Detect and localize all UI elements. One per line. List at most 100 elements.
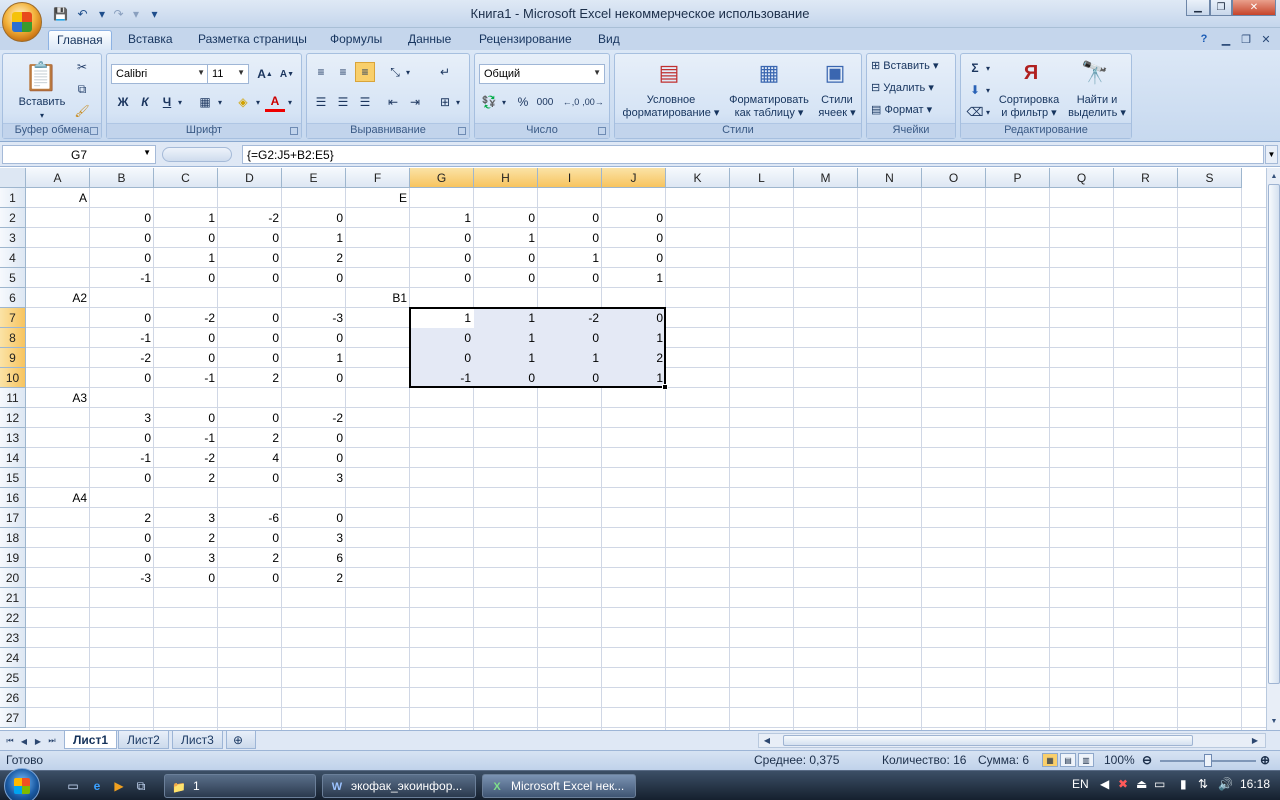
cell-d15[interactable]: 0	[218, 468, 281, 488]
cell-g5[interactable]: 0	[410, 268, 473, 288]
tray-display-icon[interactable]: ▭	[1154, 777, 1165, 791]
formula-input[interactable]: {=G2:J5+B2:E5}	[242, 145, 1264, 164]
fill-color-icon[interactable]: ◈	[233, 92, 253, 112]
percent-button[interactable]: %	[513, 92, 533, 112]
cell-d8[interactable]: 0	[218, 328, 281, 348]
increase-decimal-icon[interactable]: ←,0	[561, 92, 581, 112]
row-header-4[interactable]: 4	[0, 248, 26, 268]
cell-g8[interactable]: 0	[410, 328, 473, 348]
copy-icon[interactable]: ⧉	[73, 80, 91, 98]
sort-filter-icon[interactable]: Я	[1015, 58, 1047, 88]
row-header-17[interactable]: 17	[0, 508, 26, 528]
cell-a11[interactable]: A3	[26, 388, 89, 408]
cell-e5[interactable]: 0	[282, 268, 345, 288]
row-header-20[interactable]: 20	[0, 568, 26, 588]
help-icon[interactable]: ?	[1196, 31, 1212, 47]
row-header-26[interactable]: 26	[0, 688, 26, 708]
dialog-launcher-icon[interactable]	[290, 127, 298, 135]
column-header-f[interactable]: F	[346, 168, 410, 188]
font-color-dropdown-icon[interactable]: ▾	[285, 92, 295, 112]
font-name-combo[interactable]: Calibri ▼	[111, 64, 209, 84]
sheet-tab-3[interactable]: Лист3	[172, 731, 223, 749]
cell-c19[interactable]: 3	[154, 548, 217, 568]
insert-cells-button[interactable]: ⊞ Вставить ▾	[871, 60, 953, 73]
column-header-e[interactable]: E	[282, 168, 346, 188]
cell-h9[interactable]: 1	[474, 348, 537, 368]
cell-h5[interactable]: 0	[474, 268, 537, 288]
delete-cells-button[interactable]: ⊟ Удалить ▾	[871, 82, 953, 95]
find-select-icon[interactable]: 🔭	[1079, 58, 1111, 88]
cell-e3[interactable]: 1	[282, 228, 345, 248]
cell-j8[interactable]: 1	[602, 328, 665, 348]
show-desktop-icon[interactable]: ▭	[64, 777, 82, 795]
format-as-table-icon[interactable]: ▦	[753, 58, 785, 88]
cell-c4[interactable]: 1	[154, 248, 217, 268]
currency-dropdown-icon[interactable]: ▾	[499, 92, 509, 112]
cell-d9[interactable]: 0	[218, 348, 281, 368]
column-header-n[interactable]: N	[858, 168, 922, 188]
switch-windows-icon[interactable]: ⧉	[132, 777, 150, 795]
cell-b8[interactable]: -1	[90, 328, 153, 348]
first-sheet-icon[interactable]: ⏮	[4, 733, 16, 749]
row-header-15[interactable]: 15	[0, 468, 26, 488]
grow-font-icon[interactable]: A ▲	[255, 64, 275, 84]
row-header-12[interactable]: 12	[0, 408, 26, 428]
cell-c9[interactable]: 0	[154, 348, 217, 368]
page-layout-view-icon[interactable]: ▤	[1060, 753, 1076, 767]
underline-button[interactable]: Ч	[157, 92, 177, 112]
cell-d19[interactable]: 2	[218, 548, 281, 568]
restore-button[interactable]: ❐	[1210, 0, 1232, 16]
cell-b20[interactable]: -3	[90, 568, 153, 588]
cell-i2[interactable]: 0	[538, 208, 601, 228]
start-button[interactable]	[4, 768, 40, 800]
cell-c17[interactable]: 3	[154, 508, 217, 528]
page-break-view-icon[interactable]: ▥	[1078, 753, 1094, 767]
row-header-14[interactable]: 14	[0, 448, 26, 468]
office-button[interactable]	[2, 2, 42, 42]
cell-j5[interactable]: 1	[602, 268, 665, 288]
cell-h10[interactable]: 0	[474, 368, 537, 388]
cell-styles-button[interactable]: Стили ячеек ▾	[813, 94, 861, 120]
cell-f1[interactable]: E	[346, 188, 409, 208]
cell-d12[interactable]: 0	[218, 408, 281, 428]
cell-b4[interactable]: 0	[90, 248, 153, 268]
cell-h3[interactable]: 1	[474, 228, 537, 248]
column-header-d[interactable]: D	[218, 168, 282, 188]
column-header-q[interactable]: Q	[1050, 168, 1114, 188]
language-indicator[interactable]: EN	[1072, 777, 1089, 791]
horizontal-scroll-thumb[interactable]	[783, 735, 1193, 746]
cell-c18[interactable]: 2	[154, 528, 217, 548]
decrease-indent-icon[interactable]: ⇤	[383, 92, 403, 112]
cell-b12[interactable]: 3	[90, 408, 153, 428]
cell-e10[interactable]: 0	[282, 368, 345, 388]
column-header-p[interactable]: P	[986, 168, 1050, 188]
wrap-text-icon[interactable]: ↵	[435, 62, 455, 82]
cell-b9[interactable]: -2	[90, 348, 153, 368]
tray-battery-icon[interactable]: ▮	[1180, 777, 1187, 791]
cell-d5[interactable]: 0	[218, 268, 281, 288]
cell-i9[interactable]: 1	[538, 348, 601, 368]
tab-data[interactable]: Данные	[400, 30, 459, 50]
sheet-tab-1[interactable]: Лист1	[64, 731, 118, 749]
zoom-level[interactable]: 100%	[1104, 753, 1135, 767]
cell-e4[interactable]: 2	[282, 248, 345, 268]
cell-e19[interactable]: 6	[282, 548, 345, 568]
row-header-19[interactable]: 19	[0, 548, 26, 568]
cell-d17[interactable]: -6	[218, 508, 281, 528]
horizontal-scrollbar[interactable]: ◀ ▶	[758, 733, 1266, 748]
zoom-slider-thumb[interactable]	[1204, 754, 1212, 767]
column-header-i[interactable]: I	[538, 168, 602, 188]
merge-dropdown-icon[interactable]: ▾	[453, 92, 463, 112]
cell-c15[interactable]: 2	[154, 468, 217, 488]
column-header-b[interactable]: B	[90, 168, 154, 188]
align-right-icon[interactable]: ☰	[355, 92, 375, 112]
cell-b13[interactable]: 0	[90, 428, 153, 448]
decrease-decimal-icon[interactable]: ,00→	[582, 92, 604, 112]
tab-insert[interactable]: Вставка	[120, 30, 181, 50]
row-header-6[interactable]: 6	[0, 288, 26, 308]
cell-h4[interactable]: 0	[474, 248, 537, 268]
currency-icon[interactable]: 💱	[479, 92, 499, 112]
cell-b7[interactable]: 0	[90, 308, 153, 328]
expand-formula-bar-icon[interactable]: ▼	[1265, 145, 1278, 164]
dialog-launcher-icon[interactable]	[598, 127, 606, 135]
